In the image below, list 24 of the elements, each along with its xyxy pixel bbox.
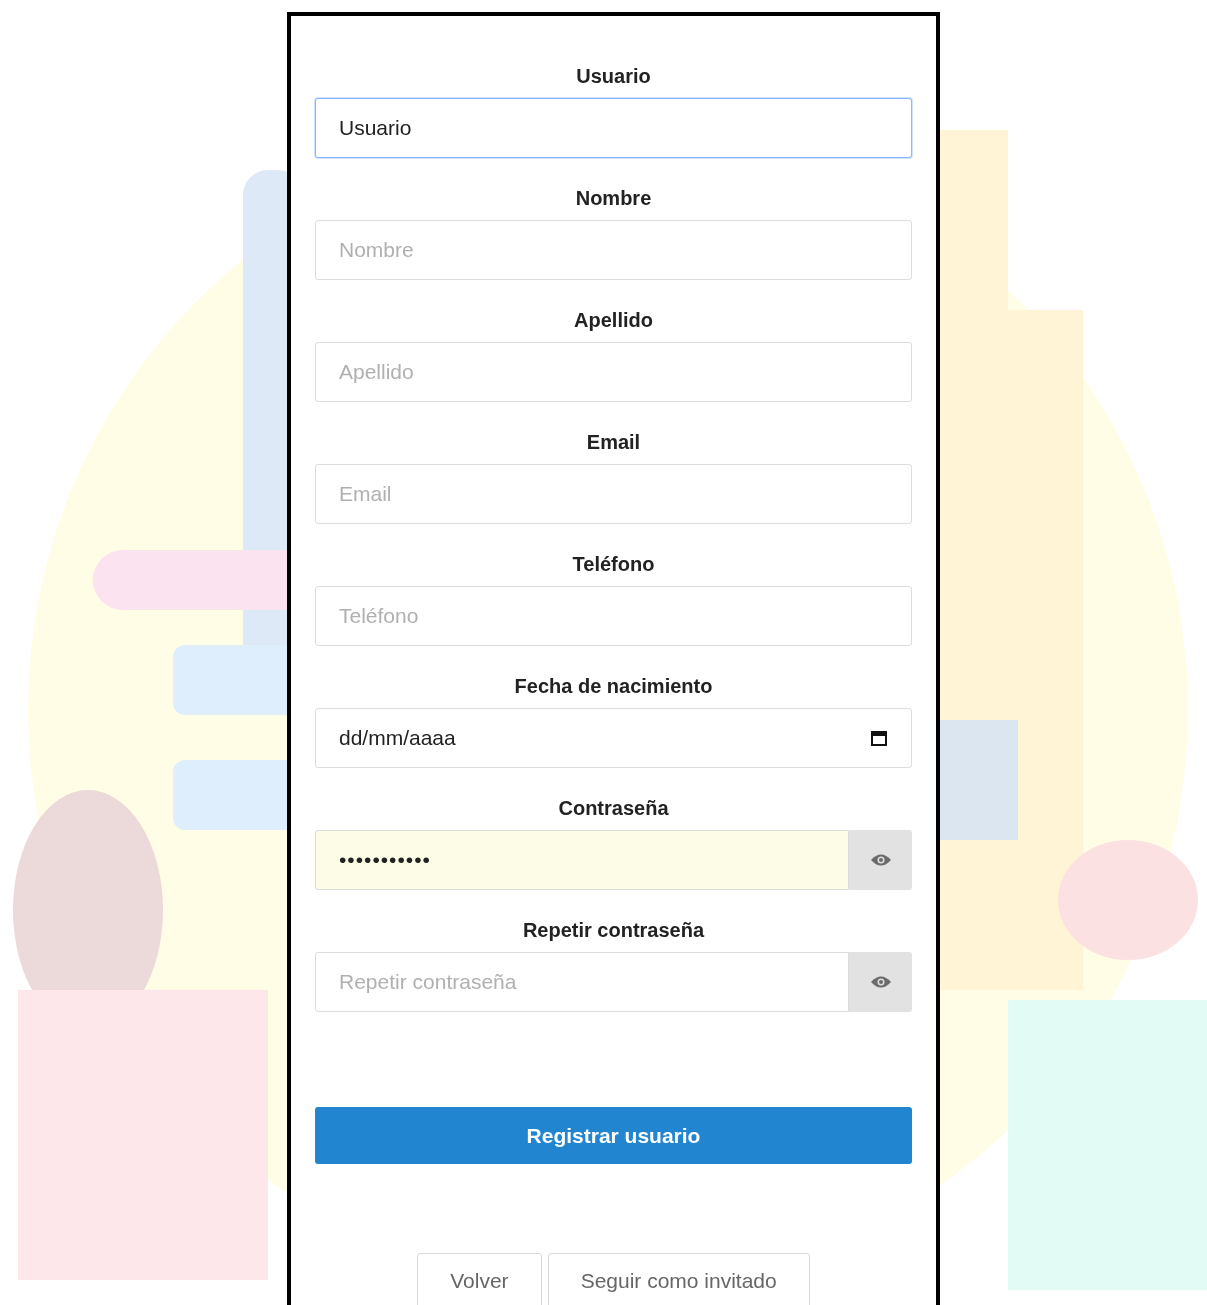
calendar-icon[interactable] [870,729,888,747]
show-password-button[interactable] [849,952,912,1012]
password-field[interactable]: ••••••••••• [315,830,849,890]
field-label: Usuario [576,64,651,88]
date-field[interactable]: dd/mm/aaaa [315,708,912,768]
text-field[interactable]: Usuario [315,98,912,158]
field-label: Fecha de nacimiento [514,674,713,698]
field-label: Email [586,430,641,454]
field-label: Contraseña [558,796,669,820]
text-field[interactable]: Teléfono [315,586,912,646]
text-field[interactable]: Apellido [315,342,912,402]
eye-icon [869,975,892,989]
secondary-button[interactable]: Volver [417,1253,542,1305]
field-label: Teléfono [572,552,655,576]
field-label: Apellido [574,308,653,332]
register-button[interactable]: Registrar usuario [315,1107,912,1164]
password-field[interactable]: Repetir contraseña [315,952,849,1012]
field-label: Repetir contraseña [522,918,705,942]
secondary-button[interactable]: Seguir como invitado [547,1253,810,1305]
eye-icon [869,853,892,867]
field-label: Nombre [575,186,652,210]
text-field[interactable]: Nombre [315,220,912,280]
text-field[interactable]: Email [315,464,912,524]
show-password-button[interactable] [849,830,912,890]
